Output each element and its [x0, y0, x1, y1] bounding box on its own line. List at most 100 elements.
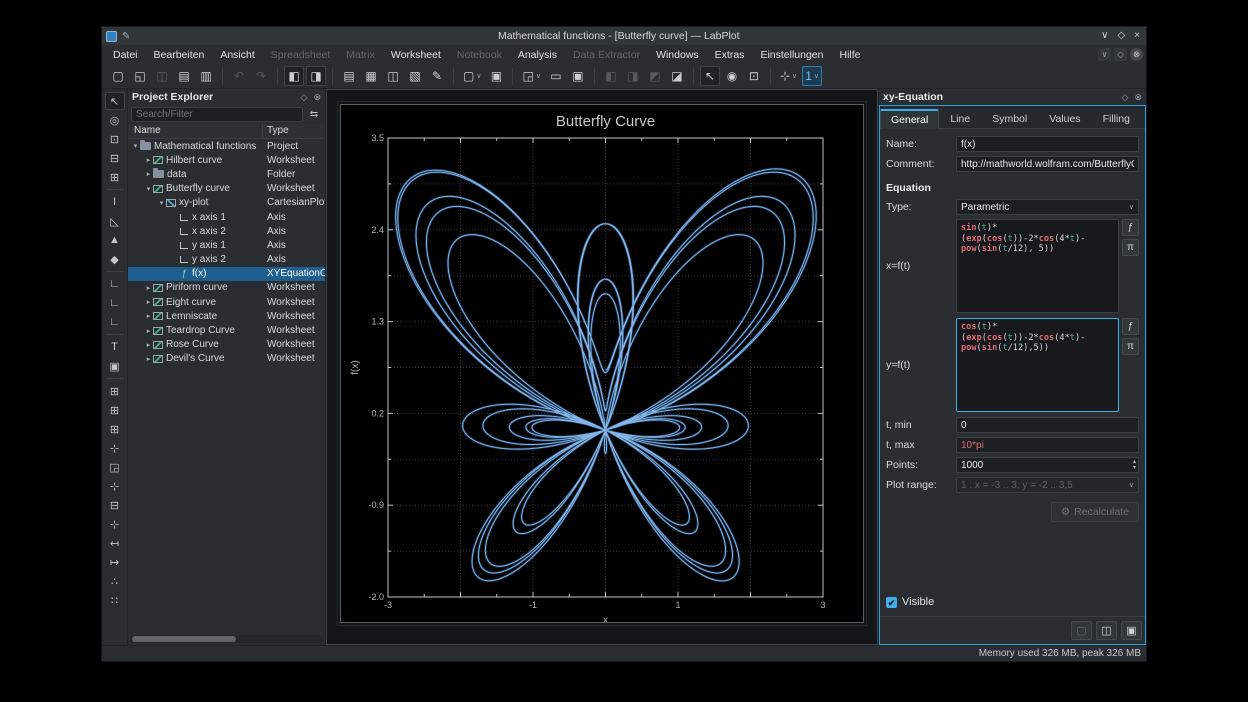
new-live-datasource-button[interactable]: ▢∨: [460, 66, 484, 86]
y-equation-field[interactable]: cos(t)*(exp(cos(t))-2*cos(4*t)-pow(sin(t…: [956, 318, 1119, 412]
break-layout-button[interactable]: ◪: [667, 66, 687, 86]
tree-item-xy-plot[interactable]: ▾xy-plotCartesianPlot: [128, 196, 325, 210]
minimize-button[interactable]: ∨: [1101, 31, 1108, 41]
zoom-out-x-button[interactable]: ⊟: [105, 496, 125, 514]
insert-constant-button[interactable]: π: [1122, 338, 1139, 355]
zoom-x-select-button[interactable]: ⊟: [105, 149, 125, 167]
menu-ansicht[interactable]: Ansicht: [212, 47, 262, 63]
add-histogram-button[interactable]: ▲: [105, 231, 125, 249]
zoom-in-y-button[interactable]: ⊹: [105, 515, 125, 533]
worksheet-zoom-button[interactable]: ◲∨: [519, 66, 543, 86]
cursor-tool-button[interactable]: I: [105, 193, 125, 211]
tree-item-y-axis-1[interactable]: y axis 1Axis: [128, 238, 325, 252]
expander-icon[interactable]: ▸: [144, 170, 153, 178]
tree-item-x-axis-1[interactable]: x axis 1Axis: [128, 210, 325, 224]
new-matrix-button[interactable]: ▦: [361, 66, 381, 86]
import-button[interactable]: ▣: [486, 66, 506, 86]
zoom-in-x-button[interactable]: ⊹: [105, 477, 125, 495]
add-text-label-button[interactable]: T: [105, 338, 125, 356]
float-dock-icon[interactable]: ◇: [1122, 92, 1129, 103]
name-field[interactable]: [956, 136, 1139, 152]
menu-einstellungen[interactable]: Einstellungen: [752, 47, 831, 63]
tree-item-devil-s-curve[interactable]: ▸Devil's CurveWorksheet: [128, 352, 325, 366]
close-dock-icon[interactable]: ⊗: [313, 92, 321, 103]
tree-item-lemniscate[interactable]: ▸LemniscateWorksheet: [128, 309, 325, 323]
print-button[interactable]: ▤: [174, 66, 194, 86]
add-axis-bottom-button[interactable]: ∟: [105, 294, 125, 312]
expander-icon[interactable]: ▾: [131, 142, 140, 150]
new-workbook-button[interactable]: ◫: [383, 66, 403, 86]
add-equation-curve-button[interactable]: ◆: [105, 250, 125, 268]
magnification-button[interactable]: ⊹∨: [777, 66, 800, 86]
tab-line[interactable]: Line: [939, 109, 981, 129]
zoom-out-button[interactable]: ◲: [105, 458, 125, 476]
new-worksheet-button[interactable]: ▧: [405, 66, 425, 86]
add-axis-left-button[interactable]: ∟: [105, 275, 125, 293]
tree-item-data[interactable]: ▸dataFolder: [128, 167, 325, 181]
insert-function-button[interactable]: ƒ: [1122, 219, 1139, 236]
tree-item-piriform-curve[interactable]: ▸Piriform curveWorksheet: [128, 281, 325, 295]
expander-icon[interactable]: ▾: [157, 199, 166, 207]
export-worksheet-button[interactable]: ▣: [568, 66, 588, 86]
crosshair-cursor-button[interactable]: ◎: [105, 111, 125, 129]
shift-right-x-button[interactable]: ↦: [105, 553, 125, 571]
spinbox-arrows-icon[interactable]: ▴▾: [1133, 457, 1136, 473]
horizontal-scrollbar[interactable]: [130, 635, 323, 643]
menu-windows[interactable]: Windows: [648, 47, 707, 63]
tab-general[interactable]: General: [880, 109, 939, 129]
insert-function-button[interactable]: ƒ: [1122, 318, 1139, 335]
tree-item-teardrop-curve[interactable]: ▸Teardrop CurveWorksheet: [128, 323, 325, 337]
expander-icon[interactable]: ▸: [144, 341, 153, 349]
auto-scale-button[interactable]: ⊞: [105, 382, 125, 400]
tree-item-mathematical-functions[interactable]: ▾Mathematical functionsProject: [128, 139, 325, 153]
menu-bearbeiten[interactable]: Bearbeiten: [146, 47, 213, 63]
menu-extras[interactable]: Extras: [707, 47, 753, 63]
column-header-type[interactable]: Type: [263, 124, 325, 138]
tab-filling[interactable]: Filling: [1092, 109, 1141, 129]
zoom-select-mode-button[interactable]: ⊡: [744, 66, 764, 86]
menu-hilfe[interactable]: Hilfe: [831, 47, 868, 63]
shift-left-x-button[interactable]: ↤: [105, 534, 125, 552]
toggle-project-explorer-button[interactable]: ◧: [284, 66, 304, 86]
fit-page-button[interactable]: ▭: [546, 66, 566, 86]
cartesian-plot[interactable]: Butterfly Curve-3-1133.52.41.30.2-0.9-2.…: [341, 105, 863, 622]
t-max-field[interactable]: [956, 437, 1139, 453]
new-spreadsheet-button[interactable]: ▤: [339, 66, 359, 86]
close-button[interactable]: ×: [1134, 31, 1140, 41]
mdi-close-button[interactable]: ⊗: [1130, 48, 1143, 61]
expander-icon[interactable]: ▸: [144, 327, 153, 335]
shift-down-y-button[interactable]: ∷: [105, 591, 125, 609]
equation-type-select[interactable]: Parametric ∨: [956, 199, 1139, 215]
auto-scale-x-button[interactable]: ⊞: [105, 401, 125, 419]
float-dock-icon[interactable]: ◇: [301, 92, 308, 103]
add-axis-custom-button[interactable]: ∟: [105, 313, 125, 331]
auto-scale-y-button[interactable]: ⊞: [105, 420, 125, 438]
save-template-button[interactable]: ◫: [1096, 621, 1117, 640]
t-min-field[interactable]: [956, 417, 1139, 433]
expander-icon[interactable]: ▸: [144, 298, 153, 306]
new-project-button[interactable]: ▢: [108, 66, 128, 86]
points-spinbox[interactable]: [956, 457, 1139, 473]
tree-item-rose-curve[interactable]: ▸Rose CurveWorksheet: [128, 338, 325, 352]
zoom-select-button[interactable]: ⊡: [105, 130, 125, 148]
zoom-y-select-button[interactable]: ⊞: [105, 168, 125, 186]
x-equation-field[interactable]: sin(t)*(exp(cos(t))-2*cos(4*t)-pow(sin(t…: [956, 219, 1119, 313]
menu-datei[interactable]: Datei: [105, 47, 146, 63]
pan-mode-button[interactable]: ◉: [722, 66, 742, 86]
shift-up-y-button[interactable]: ∴: [105, 572, 125, 590]
add-image-button[interactable]: ▣: [105, 357, 125, 375]
column-header-name[interactable]: Name: [128, 124, 263, 138]
add-curve-button[interactable]: ◺: [105, 212, 125, 230]
menu-analysis[interactable]: Analysis: [510, 47, 565, 63]
search-input[interactable]: [131, 107, 303, 122]
zoom-in-button[interactable]: ⊹: [105, 439, 125, 457]
open-project-button[interactable]: ◱: [130, 66, 150, 86]
menu-worksheet[interactable]: Worksheet: [383, 47, 449, 63]
tree-item-butterfly-curve[interactable]: ▾Butterfly curveWorksheet: [128, 182, 325, 196]
mdi-restore-button[interactable]: ◇: [1114, 48, 1127, 61]
cursor-arrow-button[interactable]: ↖: [105, 92, 125, 110]
new-note-button[interactable]: ✎: [427, 66, 447, 86]
maximize-button[interactable]: ◇: [1117, 31, 1125, 41]
insert-constant-button[interactable]: π: [1122, 239, 1139, 256]
tree-item-f-x-[interactable]: ƒf(x)XYEquationCurve: [128, 267, 325, 281]
